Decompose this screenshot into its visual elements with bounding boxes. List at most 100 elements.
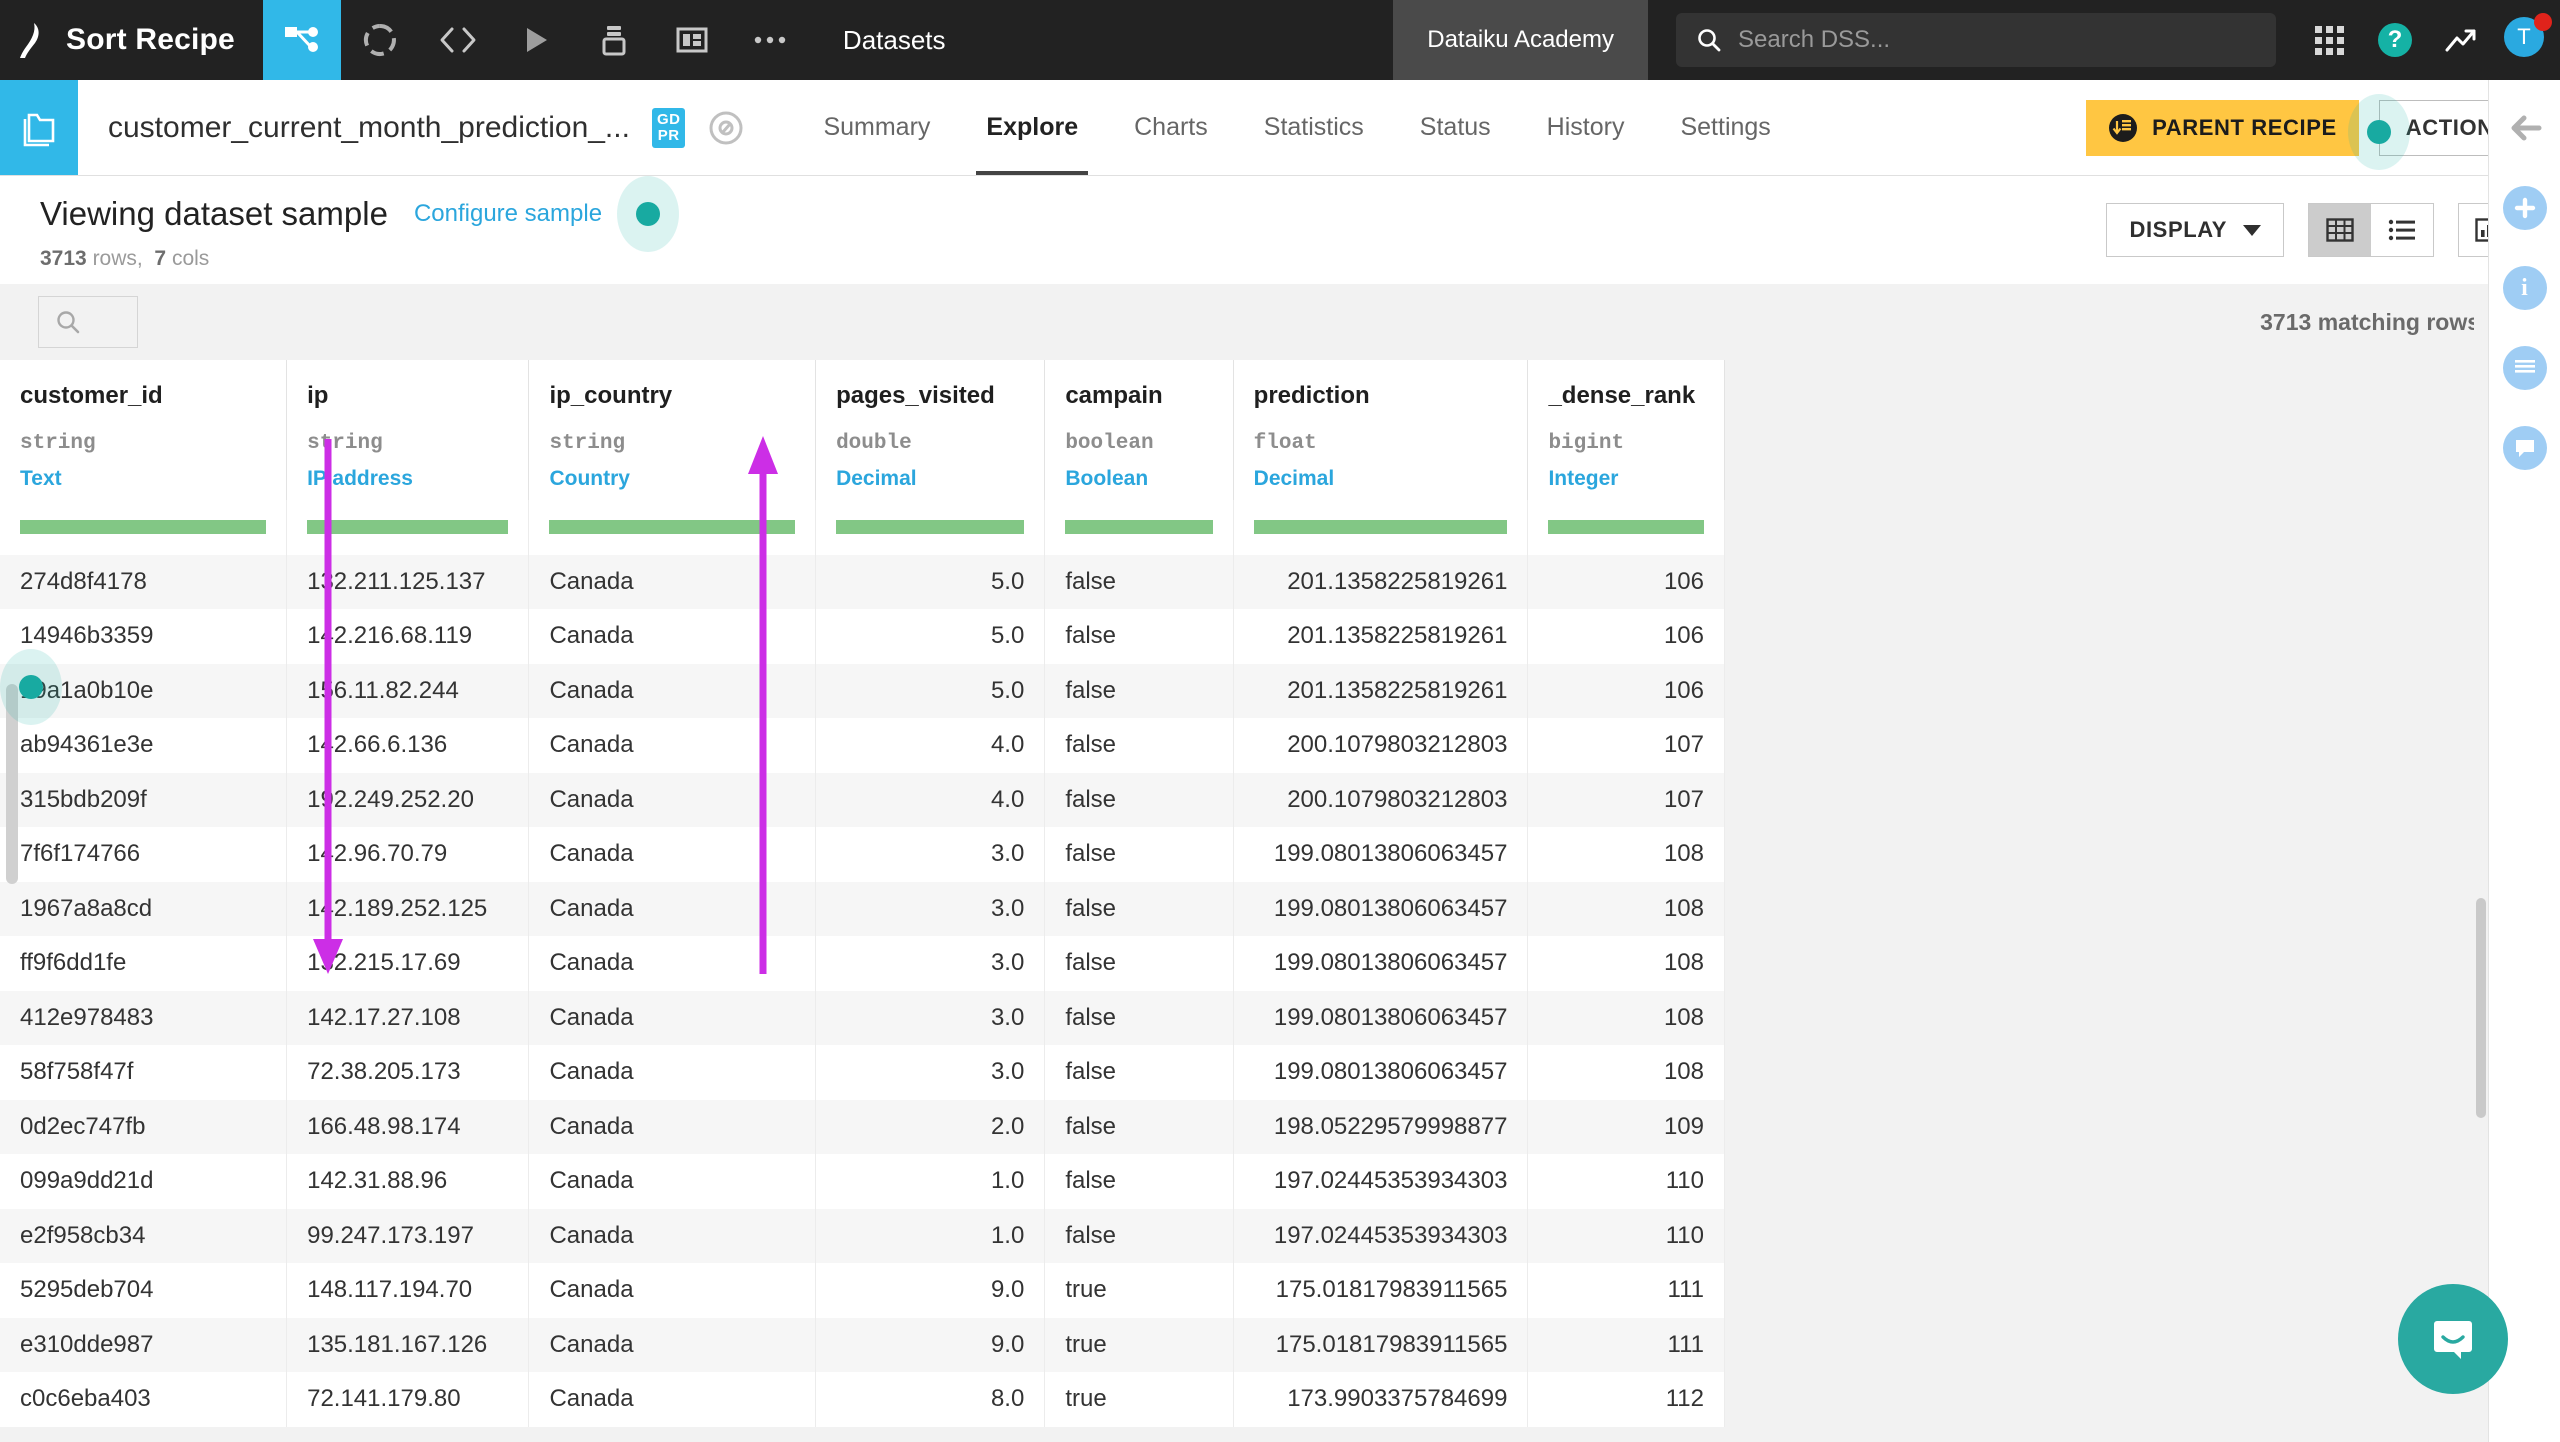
dataiku-academy-button[interactable]: Dataiku Academy xyxy=(1393,0,1648,80)
display-button[interactable]: DISPLAY xyxy=(2106,203,2284,257)
table-row[interactable]: e310dde987 135.181.167.126 Canada 9.0 true 17… xyxy=(0,1317,1725,1372)
vertical-scrollbar-track[interactable] xyxy=(2474,284,2488,1442)
list-view-button[interactable] xyxy=(2371,204,2433,256)
cell-prediction[interactable]: 175.01817983911565 xyxy=(1233,1317,1529,1372)
table-view-button[interactable] xyxy=(2309,204,2371,256)
quality-bar-cell[interactable] xyxy=(0,500,288,555)
quality-bar-cell[interactable] xyxy=(286,500,530,555)
cell-_dense_rank[interactable]: 106 xyxy=(1527,663,1725,718)
cell-customer_id[interactable]: 14946b3359 xyxy=(0,609,288,664)
cell-ip_country[interactable]: Canada xyxy=(528,1317,817,1372)
cell-customer_id[interactable]: ff9f6dd1fe xyxy=(0,936,288,991)
column-header-ip_country[interactable]: ip_country string Country xyxy=(528,360,817,500)
quality-bar-cell[interactable] xyxy=(1233,500,1529,555)
cell-prediction[interactable]: 201.1358225819261 xyxy=(1233,609,1529,664)
cell-prediction[interactable]: 199.08013806063457 xyxy=(1233,881,1529,936)
cell-pages_visited[interactable]: 1.0 xyxy=(815,1208,1046,1263)
cell-customer_id[interactable]: 099a9dd21d xyxy=(0,1154,288,1209)
cell-_dense_rank[interactable]: 106 xyxy=(1527,609,1725,664)
cell-pages_visited[interactable]: 3.0 xyxy=(815,1045,1046,1100)
cell-prediction[interactable]: 197.02445353934303 xyxy=(1233,1208,1529,1263)
cell-prediction[interactable]: 175.01817983911565 xyxy=(1233,1263,1529,1318)
cell-pages_visited[interactable]: 3.0 xyxy=(815,990,1046,1045)
quality-bar-cell[interactable] xyxy=(1044,500,1234,555)
column-meaning[interactable]: Country xyxy=(549,467,795,491)
cell-ip_country[interactable]: Canada xyxy=(528,1263,817,1318)
parent-recipe-button[interactable]: PARENT RECIPE xyxy=(2086,99,2359,156)
info-panel-button[interactable]: i xyxy=(2502,266,2547,310)
nav-flow-icon[interactable] xyxy=(262,0,341,80)
tab-summary[interactable]: Summary xyxy=(795,80,958,175)
cell-_dense_rank[interactable]: 109 xyxy=(1527,1099,1725,1154)
cell-customer_id[interactable]: 412e978483 xyxy=(0,990,288,1045)
cell-ip_country[interactable]: Canada xyxy=(528,718,817,773)
cell-customer_id[interactable]: e2f958cb34 xyxy=(0,1208,288,1263)
user-profile-button[interactable]: T xyxy=(2494,0,2560,80)
cell-customer_id[interactable]: 0d2ec747fb xyxy=(0,1099,288,1154)
cell-pages_visited[interactable]: 2.0 xyxy=(815,1099,1046,1154)
table-row[interactable]: 412e978483 142.17.27.108 Canada 3.0 false 199… xyxy=(0,990,1725,1045)
nav-datasets-link[interactable]: Datasets xyxy=(809,0,980,80)
cell-pages_visited[interactable]: 5.0 xyxy=(815,609,1046,664)
cell-pages_visited[interactable]: 5.0 xyxy=(815,663,1046,718)
cell-ip[interactable]: 135.181.167.126 xyxy=(286,1317,530,1372)
cell-ip[interactable]: 132.215.17.69 xyxy=(286,936,530,991)
cell-ip[interactable]: 192.249.252.20 xyxy=(286,772,530,827)
cell-ip_country[interactable]: Canada xyxy=(528,1372,817,1427)
cell-campain[interactable]: false xyxy=(1044,827,1234,882)
nav-lab-icon[interactable] xyxy=(575,0,653,80)
configure-sample-link[interactable]: Configure sample xyxy=(414,200,602,228)
dataiku-logo[interactable] xyxy=(0,0,58,80)
tab-history[interactable]: History xyxy=(1519,80,1653,175)
cell-customer_id[interactable]: 5295deb704 xyxy=(0,1263,288,1318)
cell-pages_visited[interactable]: 9.0 xyxy=(815,1317,1046,1372)
column-header-pages_visited[interactable]: pages_visited double Decimal xyxy=(815,360,1046,500)
cell-ip[interactable]: 132.211.125.137 xyxy=(286,554,530,609)
cell-customer_id[interactable]: c0c6eba403 xyxy=(0,1372,288,1427)
cell-pages_visited[interactable]: 3.0 xyxy=(815,881,1046,936)
cell-ip_country[interactable]: Canada xyxy=(528,1208,817,1263)
cell-ip_country[interactable]: Canada xyxy=(528,554,817,609)
cell-ip_country[interactable]: Canada xyxy=(528,990,817,1045)
quality-bar-cell[interactable] xyxy=(815,500,1046,555)
cell-ip_country[interactable]: Canada xyxy=(528,827,817,882)
cell-customer_id[interactable]: e310dde987 xyxy=(0,1317,288,1372)
cell-prediction[interactable]: 201.1358225819261 xyxy=(1233,554,1529,609)
cell-ip[interactable]: 142.66.6.136 xyxy=(286,718,530,773)
monitoring-button[interactable] xyxy=(2428,0,2494,80)
column-meaning[interactable]: IP address xyxy=(307,467,508,491)
column-search-input[interactable] xyxy=(38,296,138,348)
table-row[interactable]: 14946b3359 142.216.68.119 Canada 5.0 false 20… xyxy=(0,609,1725,664)
cell-customer_id[interactable]: 1967a8a8cd xyxy=(0,881,288,936)
table-row[interactable]: ab94361e3e 142.66.6.136 Canada 4.0 false 200.… xyxy=(0,718,1725,773)
quality-bar-cell[interactable] xyxy=(528,500,817,555)
table-row[interactable]: 099a9dd21d 142.31.88.96 Canada 1.0 false 197.… xyxy=(0,1154,1725,1209)
cell-customer_id[interactable]: 7f6f174766 xyxy=(0,827,288,882)
cell-ip[interactable]: 142.189.252.125 xyxy=(286,881,530,936)
cell-campain[interactable]: false xyxy=(1044,718,1234,773)
cell-campain[interactable]: false xyxy=(1044,1045,1234,1100)
cell-ip_country[interactable]: Canada xyxy=(528,1099,817,1154)
cell-_dense_rank[interactable]: 110 xyxy=(1527,1154,1725,1209)
global-search-input[interactable]: Search DSS... xyxy=(1676,13,2276,67)
compass-icon[interactable] xyxy=(707,109,745,147)
project-name[interactable]: Sort Recipe xyxy=(58,0,263,80)
cell-prediction[interactable]: 199.08013806063457 xyxy=(1233,827,1529,882)
nav-more-icon[interactable] xyxy=(731,0,809,80)
nav-code-env-icon[interactable] xyxy=(341,0,419,80)
cell-ip[interactable]: 142.216.68.119 xyxy=(286,609,530,664)
cell-pages_visited[interactable]: 4.0 xyxy=(815,718,1046,773)
cell-_dense_rank[interactable]: 107 xyxy=(1527,718,1725,773)
add-panel-button[interactable] xyxy=(2502,186,2547,230)
table-row[interactable]: 5295deb704 148.117.194.70 Canada 9.0 true 175… xyxy=(0,1263,1725,1318)
table-row[interactable]: 7f6f174766 142.96.70.79 Canada 3.0 false 199.… xyxy=(0,827,1725,882)
tab-charts[interactable]: Charts xyxy=(1106,80,1236,175)
cell-_dense_rank[interactable]: 108 xyxy=(1527,990,1725,1045)
cell-ip_country[interactable]: Canada xyxy=(528,609,817,664)
column-meaning[interactable]: Decimal xyxy=(1254,467,1508,491)
cell-ip[interactable]: 148.117.194.70 xyxy=(286,1263,530,1318)
discussions-panel-button[interactable] xyxy=(2502,426,2547,470)
apps-grid-button[interactable] xyxy=(2296,0,2362,80)
nav-code-icon[interactable] xyxy=(419,0,497,80)
cell-prediction[interactable]: 200.1079803212803 xyxy=(1233,772,1529,827)
